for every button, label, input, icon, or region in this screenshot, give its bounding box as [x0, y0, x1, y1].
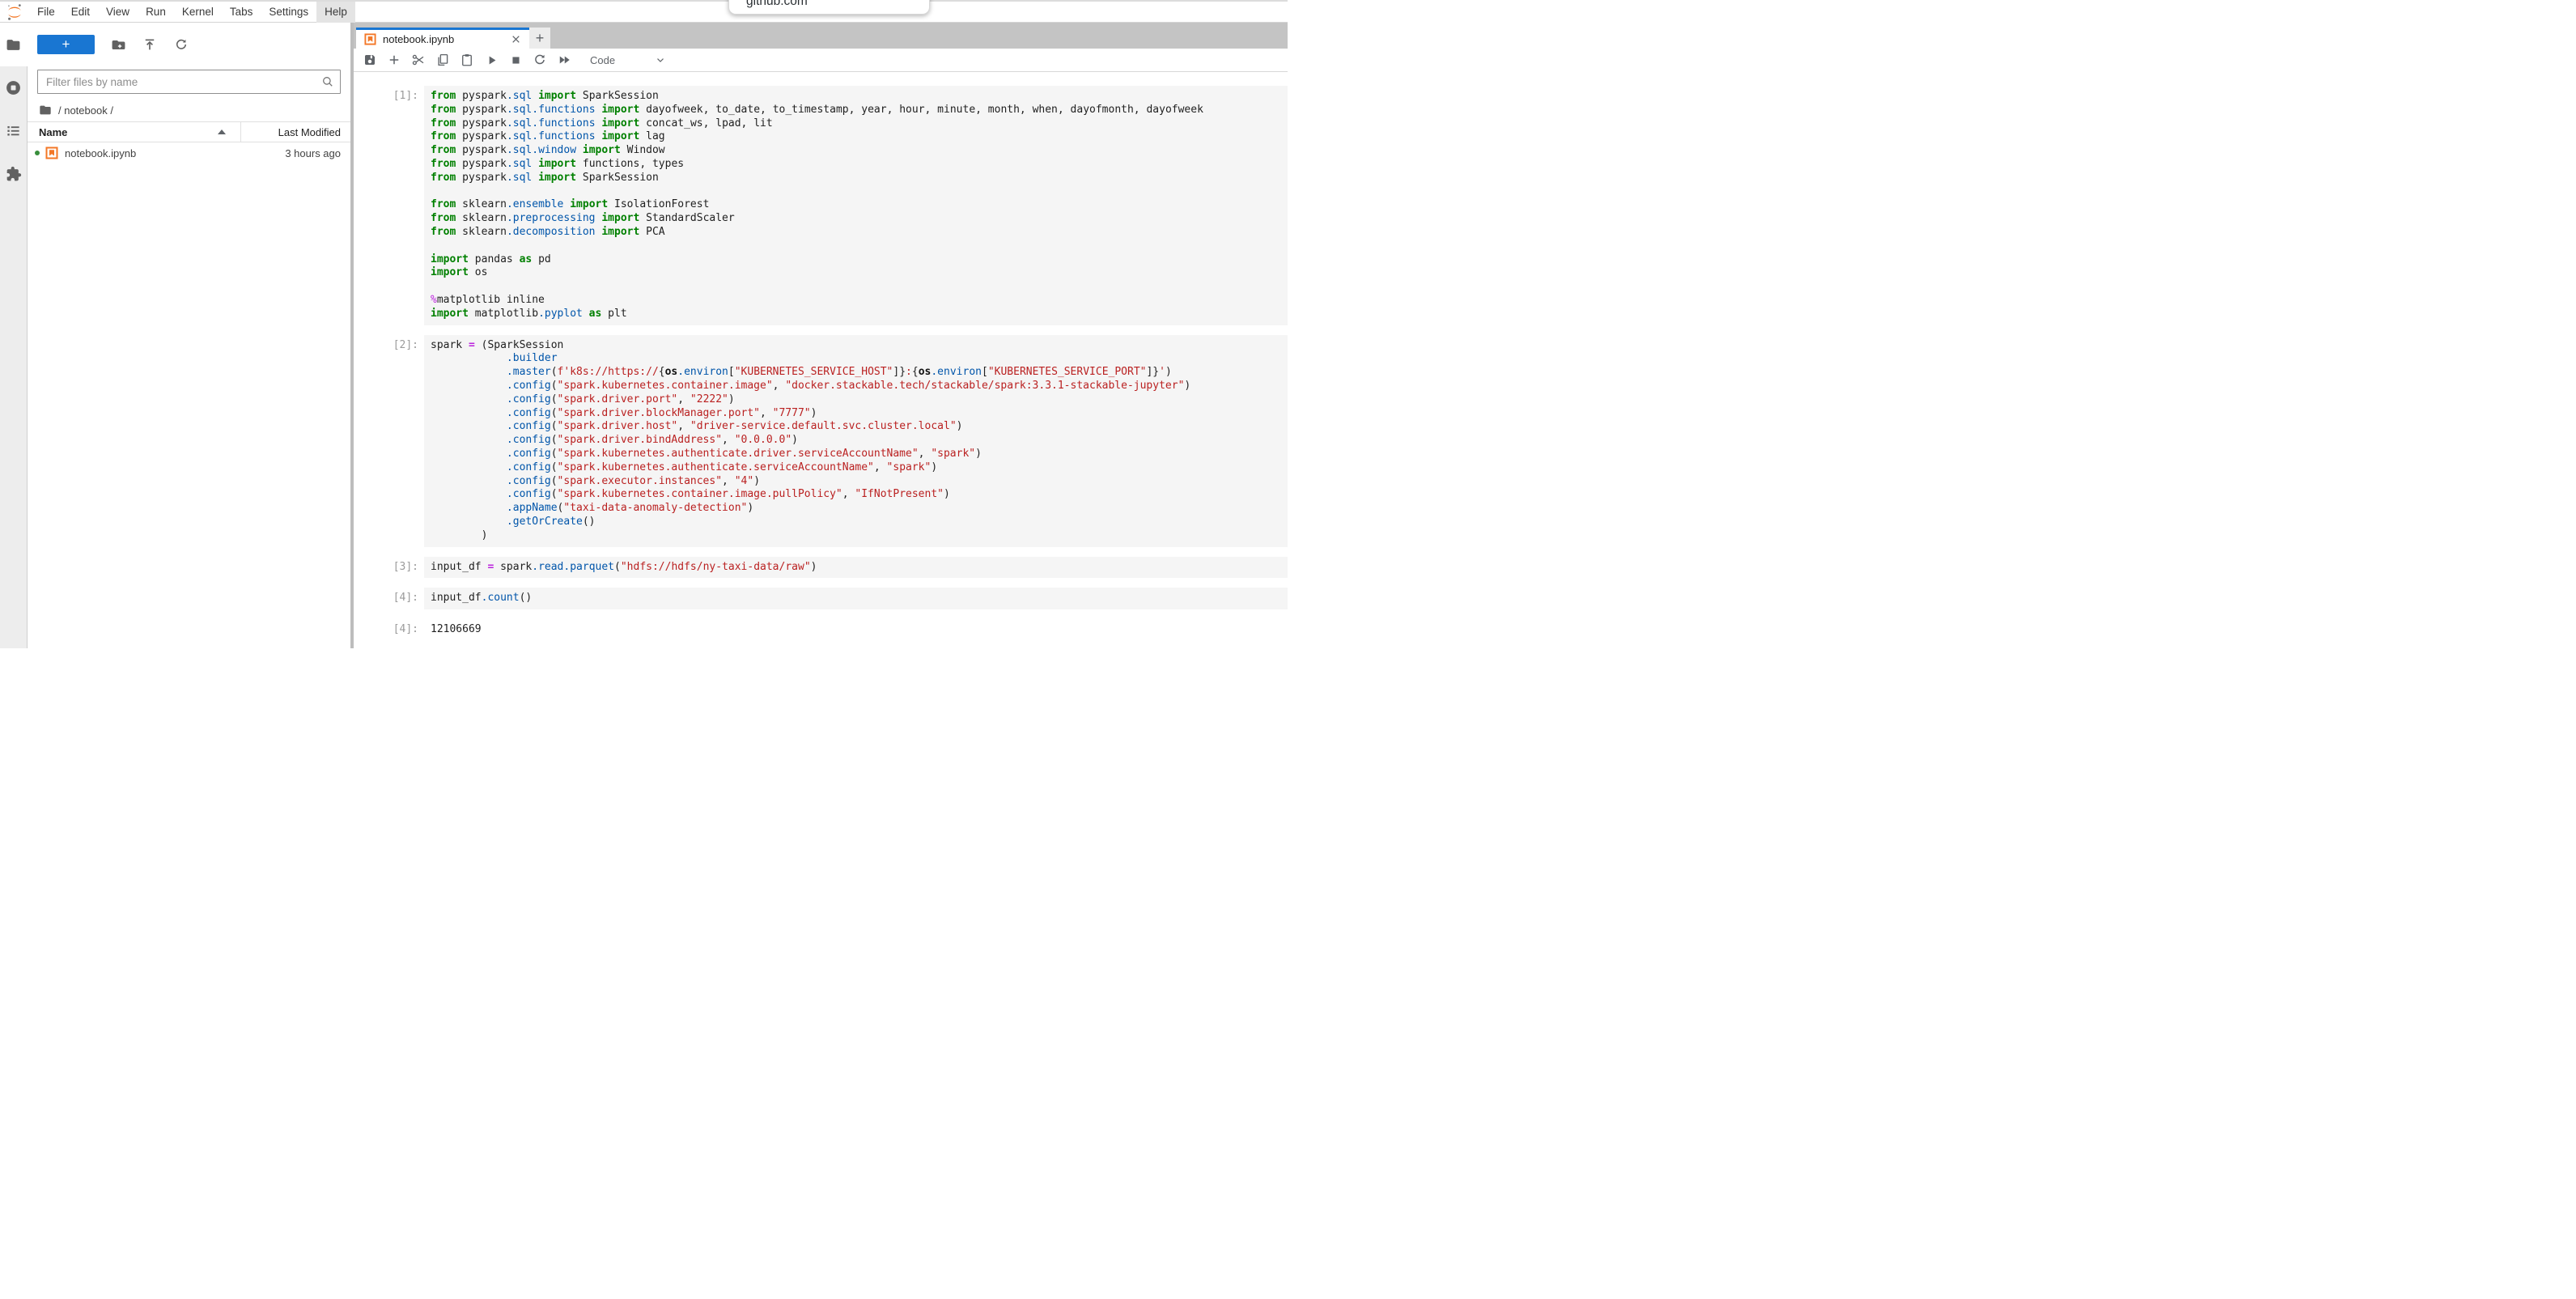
tab-bar: notebook.ipynb +: [354, 23, 1288, 49]
insert-cell-button[interactable]: [384, 50, 404, 70]
breadcrumb: / notebook /: [28, 102, 350, 118]
output-text: 12106669: [424, 619, 1288, 641]
notebook-toolbar: Code: [354, 49, 1288, 72]
restart-run-all-button[interactable]: [554, 50, 574, 70]
main-panel: notebook.ipynb +: [354, 23, 1288, 648]
column-header-last-modified[interactable]: Last Modified: [240, 122, 350, 142]
cell-editor[interactable]: input_df.count(): [424, 588, 1288, 609]
cell-editor[interactable]: input_df = spark.read.parquet("hdfs://hd…: [424, 557, 1288, 579]
refresh-icon[interactable]: [172, 35, 191, 54]
notebook-file-icon: [45, 146, 58, 159]
menu-item-tabs[interactable]: Tabs: [222, 2, 261, 23]
menu-bar: FileEditViewRunKernelTabsSettingsHelp: [0, 2, 1288, 23]
extension-manager-icon[interactable]: [5, 165, 23, 183]
cell-editor[interactable]: spark = (SparkSession .builder .master(f…: [424, 335, 1288, 547]
breadcrumb-home-folder-icon[interactable]: [39, 104, 52, 117]
cell-prompt: [1]:: [354, 86, 418, 325]
file-list-item[interactable]: notebook.ipynb3 hours ago: [28, 142, 350, 163]
cell-prompt: [3]:: [354, 557, 418, 579]
file-name: notebook.ipynb: [65, 147, 285, 159]
file-list: notebook.ipynb3 hours ago: [28, 142, 350, 163]
cell-type-select[interactable]: Code: [590, 54, 666, 66]
cell-type-value: Code: [590, 54, 615, 66]
notebook-file-icon: [364, 33, 376, 45]
code-cell[interactable]: [4]: input_df.count(): [354, 588, 1288, 609]
left-sidebar: [0, 23, 28, 648]
table-of-contents-icon[interactable]: [5, 121, 23, 139]
menu-item-edit[interactable]: Edit: [63, 2, 98, 23]
filter-files-wrapper: [37, 70, 341, 94]
file-browser-icon[interactable]: [5, 36, 23, 53]
file-browser-panel: +: [28, 23, 350, 648]
tab-notebook[interactable]: notebook.ipynb: [356, 28, 529, 49]
file-modified: 3 hours ago: [285, 147, 350, 159]
output-area: [4]: 12106669: [354, 619, 1288, 641]
upload-icon[interactable]: [140, 35, 159, 54]
new-tab-button[interactable]: +: [529, 28, 550, 49]
browser-url-popup: github.com: [728, 0, 930, 15]
cell-editor[interactable]: from pyspark.sql import SparkSessionfrom…: [424, 86, 1288, 325]
column-header-name[interactable]: Name: [28, 122, 240, 142]
menu-item-settings[interactable]: Settings: [261, 2, 316, 23]
restart-kernel-button[interactable]: [530, 50, 550, 70]
menu-item-help[interactable]: Help: [316, 2, 355, 23]
menu-item-view[interactable]: View: [98, 2, 138, 23]
tab-close-icon[interactable]: [508, 32, 523, 47]
menu-items: FileEditViewRunKernelTabsSettingsHelp: [29, 2, 355, 23]
cell-prompt: [2]:: [354, 335, 418, 547]
running-kernels-icon[interactable]: [5, 79, 23, 96]
browser-url-popup-text: github.com: [746, 0, 808, 8]
filter-files-input[interactable]: [37, 70, 341, 94]
new-folder-icon[interactable]: [108, 35, 128, 54]
file-browser-toolbar: +: [28, 23, 350, 58]
jupyter-logo-icon: [0, 2, 29, 23]
menu-item-kernel[interactable]: Kernel: [174, 2, 222, 23]
copy-cells-button[interactable]: [433, 50, 452, 70]
tab-title: notebook.ipynb: [383, 33, 454, 45]
code-cell[interactable]: [3]: input_df = spark.read.parquet("hdfs:…: [354, 557, 1288, 579]
interrupt-kernel-button[interactable]: [506, 50, 525, 70]
main-layout: +: [0, 23, 1288, 648]
new-launcher-button[interactable]: +: [37, 35, 95, 54]
cell-prompt: [4]:: [354, 588, 418, 609]
menu-item-file[interactable]: File: [29, 2, 63, 23]
paste-cells-button[interactable]: [457, 50, 477, 70]
code-cell[interactable]: [2]:spark = (SparkSession .builder .mast…: [354, 335, 1288, 547]
breadcrumb-path[interactable]: / notebook /: [58, 104, 113, 117]
menu-item-run[interactable]: Run: [138, 2, 174, 23]
cut-cells-button[interactable]: [409, 50, 428, 70]
notebook-cells: [1]:from pyspark.sql import SparkSession…: [354, 72, 1288, 648]
running-kernel-dot: [35, 151, 40, 155]
sort-ascending-icon: [218, 129, 226, 134]
cell-prompt: [4]:: [354, 619, 418, 641]
code-cell[interactable]: [1]:from pyspark.sql import SparkSession…: [354, 86, 1288, 325]
save-button[interactable]: [360, 50, 380, 70]
jupyterlab-window: FileEditViewRunKernelTabsSettingsHelp: [0, 0, 1288, 649]
chevron-down-icon: [655, 54, 666, 66]
file-list-header: Name Last Modified: [28, 121, 350, 142]
search-icon: [320, 74, 335, 91]
run-cell-button[interactable]: [482, 50, 501, 70]
